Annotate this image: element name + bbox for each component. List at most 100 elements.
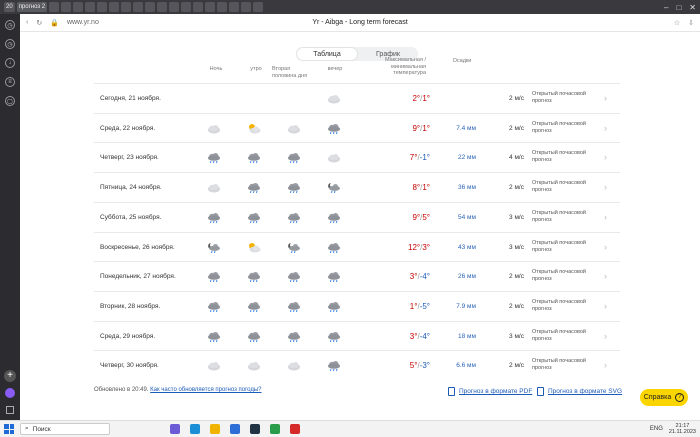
- forecast-row[interactable]: Суббота, 25 ноября. 9°/5° 54 мм 3 м/с Открыт…: [94, 201, 620, 232]
- tab[interactable]: [157, 2, 168, 12]
- tab[interactable]: [229, 2, 240, 12]
- hourly-forecast-link[interactable]: Открытый почасовой прогноз: [532, 121, 598, 135]
- tab[interactable]: [97, 2, 108, 12]
- search-icon: ⌕: [25, 425, 29, 432]
- forecast-row[interactable]: Четверг, 30 ноября. 5°/-3° 6.6 мм 2 м/с Откр…: [94, 350, 620, 380]
- downloads-icon[interactable]: ↓: [5, 58, 15, 68]
- pdf-download[interactable]: Прогноз в формате PDF: [448, 387, 532, 396]
- add-panel-icon[interactable]: +: [4, 370, 16, 382]
- taskbar-search[interactable]: ⌕ Поиск: [20, 423, 110, 435]
- chevron-right-icon[interactable]: ›: [604, 152, 607, 162]
- forecast-row[interactable]: Воскресенье, 26 ноября. 12°/3° 43 мм 3 м/с О…: [94, 231, 620, 262]
- forecast-row[interactable]: Среда, 29 ноября. 3°/-4° 18 мм 3 м/с Открыты…: [94, 320, 620, 351]
- row-date: Пятница, 24 ноября.: [100, 184, 162, 192]
- screen: 20 прогноз 2 – □ ✕ ◷ ◷ ↓ ≡ ▢ + ‹ ↻ 🔒 www…: [0, 0, 700, 437]
- close-icon[interactable]: ✕: [689, 3, 696, 12]
- tab[interactable]: [145, 2, 156, 12]
- hourly-forecast-link[interactable]: Открытый почасовой прогноз: [532, 329, 598, 343]
- chevron-right-icon[interactable]: ›: [604, 212, 607, 222]
- hourly-forecast-link[interactable]: Открытый почасовой прогноз: [532, 150, 598, 164]
- tab[interactable]: [253, 2, 264, 12]
- chevron-right-icon[interactable]: ›: [604, 123, 607, 133]
- rain-cloud-icon: [287, 270, 301, 283]
- tab-active[interactable]: прогноз 2: [16, 2, 48, 12]
- hourly-forecast-link[interactable]: Открытый почасовой прогноз: [532, 240, 598, 254]
- minimize-icon[interactable]: –: [664, 3, 668, 12]
- chrome-icon[interactable]: [270, 424, 280, 434]
- history-icon[interactable]: ◷: [5, 39, 15, 49]
- tab[interactable]: [61, 2, 72, 12]
- tab[interactable]: [133, 2, 144, 12]
- row-precipitation: 43 мм: [458, 243, 476, 251]
- pdf-link[interactable]: Прогноз в формате PDF: [459, 388, 532, 395]
- forecast-row[interactable]: Четверг, 23 ноября. 7°/-1° 22 мм 4 м/с Откры…: [94, 142, 620, 172]
- tab[interactable]: [217, 2, 228, 12]
- hourly-forecast-link[interactable]: Открытый почасовой прогноз: [532, 269, 598, 283]
- forecast-row[interactable]: Вторник, 28 ноября. 1°/-5° 7.9 мм 2 м/с Откр…: [94, 290, 620, 321]
- temp-min: 1°: [422, 123, 430, 133]
- tab[interactable]: [121, 2, 132, 12]
- row-temperature: 8°/1°: [412, 183, 430, 193]
- update-frequency-link[interactable]: Как часто обновляется прогноз погоды?: [150, 387, 261, 393]
- row-wind: 4 м/с: [509, 154, 524, 162]
- chevron-right-icon[interactable]: ›: [604, 271, 607, 281]
- hourly-forecast-link[interactable]: Открытый почасовой прогноз: [532, 91, 598, 105]
- row-date: Суббота, 25 ноября.: [100, 213, 162, 221]
- chevron-right-icon[interactable]: ›: [604, 182, 607, 192]
- chevron-right-icon[interactable]: ›: [604, 360, 607, 370]
- temp-min: 5°: [422, 212, 430, 222]
- hourly-forecast-link[interactable]: Открытый почасовой прогноз: [532, 358, 598, 372]
- tab[interactable]: [85, 2, 96, 12]
- app-icon[interactable]: [250, 424, 260, 434]
- hourly-forecast-link[interactable]: Открытый почасовой прогноз: [532, 210, 598, 224]
- tab[interactable]: [73, 2, 84, 12]
- notifications-icon[interactable]: ◷: [5, 20, 15, 30]
- rain-cloud-icon: [287, 181, 301, 194]
- tab[interactable]: [181, 2, 192, 12]
- tab[interactable]: [205, 2, 216, 12]
- temp-min: -4°: [419, 272, 430, 282]
- tab-table[interactable]: Таблица: [296, 47, 358, 61]
- assistant-icon[interactable]: [5, 388, 15, 398]
- tab-counter[interactable]: 20: [4, 2, 15, 12]
- tab[interactable]: [169, 2, 180, 12]
- yandex-icon[interactable]: [290, 424, 300, 434]
- row-precipitation: 54 мм: [458, 213, 476, 221]
- forecast-row[interactable]: Пятница, 24 ноября. 8°/1° 36 мм 2 м/с Открыт…: [94, 172, 620, 202]
- forecast-row[interactable]: Среда, 22 ноября. 9°/1° 7.4 мм 2 м/с Открыты…: [94, 112, 620, 143]
- bookmarks-icon[interactable]: ≡: [5, 77, 15, 87]
- browser-sidebar: ◷ ◷ ↓ ≡ ▢ +: [0, 14, 20, 420]
- hourly-forecast-link[interactable]: Открытый почасовой прогноз: [532, 299, 598, 313]
- forecast-row[interactable]: Понедельник, 27 ноября. 3°/-4° 26 мм 2 м/с О…: [94, 261, 620, 291]
- tab[interactable]: [49, 2, 60, 12]
- extensions-icon[interactable]: ▢: [5, 96, 15, 106]
- rain-cloud-icon: [287, 211, 301, 223]
- windows-start-icon[interactable]: [4, 424, 14, 434]
- hourly-forecast-link[interactable]: Открытый почасовой прогноз: [532, 180, 598, 194]
- svg-download[interactable]: Прогноз в формате SVG: [537, 387, 622, 396]
- row-date: Четверг, 23 ноября.: [100, 154, 159, 162]
- tab[interactable]: [241, 2, 252, 12]
- tab[interactable]: [109, 2, 120, 12]
- col-precipitation: Осадки: [452, 58, 472, 64]
- chevron-right-icon[interactable]: ›: [604, 301, 607, 311]
- forecast-row[interactable]: Сегодня, 21 ноября. 2°/1° 2 м/с Открытый по…: [94, 83, 620, 113]
- tab[interactable]: [193, 2, 204, 12]
- help-button[interactable]: Справка ?: [640, 389, 688, 406]
- lang-indicator[interactable]: ENG: [650, 426, 663, 432]
- help-label: Справка: [643, 394, 672, 401]
- folder-icon[interactable]: [210, 424, 220, 434]
- chevron-right-icon[interactable]: ›: [604, 93, 607, 103]
- svg-link[interactable]: Прогноз в формате SVG: [548, 388, 622, 395]
- row-date: Сегодня, 21 ноября.: [100, 95, 161, 102]
- rain-cloud-icon: [327, 270, 341, 283]
- panel-icon[interactable]: [6, 406, 14, 414]
- mail-icon[interactable]: [230, 424, 240, 434]
- clock[interactable]: 21:17 21.11.2023: [669, 423, 696, 435]
- row-precipitation: 6.6 мм: [456, 362, 476, 370]
- maximize-icon[interactable]: □: [676, 3, 681, 12]
- chevron-right-icon[interactable]: ›: [604, 331, 607, 341]
- edge-icon[interactable]: [190, 424, 200, 434]
- app-icon[interactable]: [170, 424, 180, 434]
- chevron-right-icon[interactable]: ›: [604, 242, 607, 252]
